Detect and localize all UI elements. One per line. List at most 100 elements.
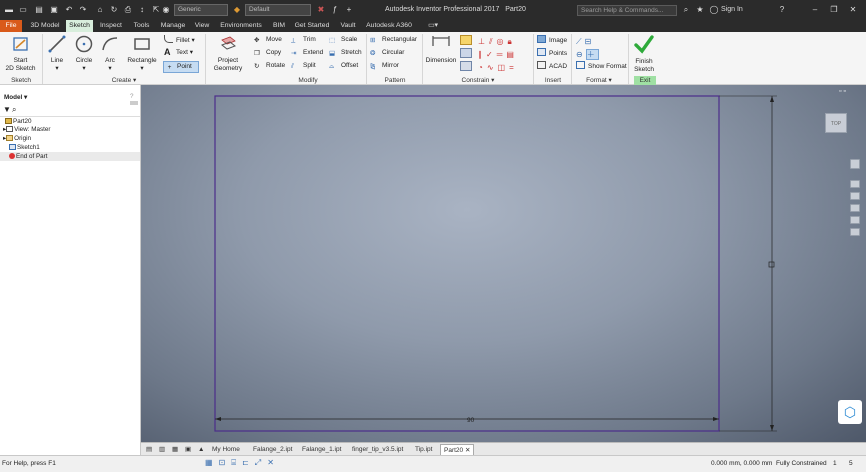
tab-environments[interactable]: Environments xyxy=(217,20,265,32)
print-icon[interactable]: ⎙ xyxy=(123,5,133,15)
minimize-icon[interactable]: – xyxy=(810,5,820,15)
clear-appearance-icon[interactable]: ✖ xyxy=(316,5,326,15)
split-button[interactable]: ⫽ Split xyxy=(291,61,316,71)
project-geometry-button[interactable]: Project Geometry xyxy=(209,34,247,73)
fx-icon[interactable]: ƒ xyxy=(330,5,340,15)
status-relax-icon[interactable]: ✕ xyxy=(267,458,280,467)
doc-tab-falange-1[interactable]: Falange_1.ipt xyxy=(299,444,344,455)
binoculars-icon[interactable]: ⌕ xyxy=(681,5,691,15)
driven-dimension-icon[interactable]: ＋ xyxy=(585,49,599,60)
show-format-button[interactable]: Show Format xyxy=(576,61,627,72)
symmetric-constraint-icon[interactable]: ◫ xyxy=(498,63,510,72)
sketch-canvas[interactable]: 90 xyxy=(141,85,866,442)
arc-button[interactable]: Arc ▾ xyxy=(99,34,121,73)
browser-help-icon[interactable]: ? xyxy=(130,93,134,101)
stretch-button[interactable]: ⬓ Stretch xyxy=(329,48,362,58)
status-dof-icon[interactable]: ⤢ xyxy=(255,458,267,467)
tab-inspect[interactable]: Inspect xyxy=(97,20,125,32)
relax-mode-icon[interactable] xyxy=(460,61,472,71)
center-point-icon[interactable]: ⊖ xyxy=(576,50,586,59)
show-constraints-icon[interactable] xyxy=(460,48,472,58)
filter-icon[interactable]: ▼ xyxy=(3,106,11,114)
close-icon[interactable]: ✕ xyxy=(848,5,858,15)
orbit-icon[interactable] xyxy=(850,204,860,212)
text-button[interactable]: A Text ▾ xyxy=(164,48,193,58)
star-icon[interactable]: ★ xyxy=(695,5,705,15)
circle-button[interactable]: Circle ▾ xyxy=(72,34,96,73)
circular-pattern-button[interactable]: ❂ Circular xyxy=(370,48,404,58)
save-icon[interactable]: ▣ xyxy=(49,5,59,15)
update-icon[interactable]: ↻ xyxy=(109,5,119,15)
rectangular-pattern-button[interactable]: ⊞ Rectangular xyxy=(370,35,417,45)
tab-file[interactable]: File xyxy=(0,20,22,32)
color-icon[interactable]: ◉ xyxy=(161,5,171,15)
tab-3d-model[interactable]: 3D Model xyxy=(26,20,64,32)
tab-list-icon[interactable]: ▲ xyxy=(195,444,207,455)
horizontal-dimension-value[interactable]: 90 xyxy=(467,417,475,424)
offset-button[interactable]: ⌓ Offset xyxy=(329,61,358,71)
start-2d-sketch-button[interactable]: Start 2D Sketch xyxy=(4,34,37,73)
sign-in-link[interactable]: Sign In xyxy=(721,6,743,13)
browser-item-view[interactable]: ▸ View: Master xyxy=(3,126,50,134)
doc-tab-tip[interactable]: Tip.ipt xyxy=(412,444,435,455)
mirror-button[interactable]: ⧎ Mirror xyxy=(370,61,399,71)
status-constraint-icon[interactable]: ⊏ xyxy=(242,458,255,467)
select-icon[interactable]: ⇱ xyxy=(151,5,161,15)
line-dropdown-icon[interactable]: ▾ xyxy=(46,65,68,73)
vertical-dimension-value[interactable] xyxy=(768,261,775,268)
graphics-viewport[interactable]: 90 ▫ ▫ TOP ⬡ xyxy=(141,85,866,442)
open-icon[interactable]: ▤ xyxy=(34,5,44,15)
material-dropdown[interactable]: Generic xyxy=(174,4,228,16)
ribbon-options-icon[interactable]: ▭▾ xyxy=(424,20,442,32)
finish-sketch-button[interactable]: Finish Sketch xyxy=(630,33,658,74)
rotate-button[interactable]: ↻ Rotate xyxy=(254,61,285,71)
browser-options-icon[interactable] xyxy=(130,101,138,105)
tab-vault[interactable]: Vault xyxy=(335,20,361,32)
arc-dropdown-icon[interactable]: ▾ xyxy=(99,65,121,73)
fix-constraint-icon[interactable]: 🔒︎ xyxy=(508,37,516,46)
tile-horizontal-icon[interactable]: ▤ xyxy=(143,444,155,455)
parallel-constraint-icon[interactable]: ∥ xyxy=(478,50,486,59)
viewport-window-controls[interactable]: ▫ ▫ xyxy=(839,88,846,95)
appearance-dropdown[interactable]: Default xyxy=(245,4,311,16)
rectangle-dropdown-icon[interactable]: ▾ xyxy=(125,65,159,73)
point-button[interactable]: + Point xyxy=(163,61,199,73)
arrange-icon[interactable]: ▣ xyxy=(182,444,194,455)
doc-tab-part20[interactable]: Part20 ✕ xyxy=(440,444,475,455)
acad-button[interactable]: ACAD xyxy=(537,61,567,72)
search-input[interactable]: Search Help & Commands... xyxy=(577,5,677,16)
collinear-constraint-icon[interactable]: ⫽ xyxy=(489,37,497,46)
status-snap-icon[interactable]: ⊡ xyxy=(219,458,232,467)
construction-icon[interactable]: ⟋ xyxy=(576,37,585,46)
tile-vertical-icon[interactable]: ▥ xyxy=(156,444,168,455)
new-icon[interactable]: ▭ xyxy=(18,5,28,15)
navbar-options-icon[interactable] xyxy=(850,228,860,236)
browser-item-origin[interactable]: ▸ Origin xyxy=(3,135,31,143)
image-button[interactable]: Image xyxy=(537,35,567,46)
status-grid-icon[interactable]: ▦ xyxy=(205,458,219,467)
tab-manage[interactable]: Manage xyxy=(158,20,188,32)
navigation-wheel-icon[interactable] xyxy=(850,159,860,169)
fillet-button[interactable]: Fillet ▾ xyxy=(164,35,195,46)
copy-button[interactable]: ❐ Copy xyxy=(254,48,281,58)
tab-view[interactable]: View xyxy=(191,20,213,32)
horizontal-constraint-icon[interactable]: ═ xyxy=(497,50,507,59)
restore-icon[interactable]: ❐ xyxy=(829,5,839,15)
centerline-icon[interactable]: ⊟ xyxy=(585,37,595,46)
trim-button[interactable]: ⟂ Trim xyxy=(291,35,316,45)
dimension-button[interactable]: Dimension xyxy=(424,34,458,65)
cascade-icon[interactable]: ▦ xyxy=(169,444,181,455)
look-at-icon[interactable] xyxy=(850,216,860,224)
close-tab-icon[interactable]: ✕ xyxy=(465,447,470,454)
measure-icon[interactable]: ↕ xyxy=(137,5,147,15)
undo-icon[interactable]: ↶ xyxy=(64,5,74,15)
auto-dimension-icon[interactable] xyxy=(460,35,472,45)
doc-tab-falange-2[interactable]: Falange_2.ipt xyxy=(250,444,295,455)
sketch-rectangle[interactable] xyxy=(214,95,720,432)
doc-tab-my-home[interactable]: My Home xyxy=(209,444,243,455)
tab-tools[interactable]: Tools xyxy=(129,20,154,32)
rectangle-button[interactable]: Rectangle ▾ xyxy=(125,34,159,73)
concentric-constraint-icon[interactable]: ◎ xyxy=(497,37,508,46)
a360-share-icon[interactable]: ⬡ xyxy=(838,400,862,424)
browser-item-part[interactable]: Part20 xyxy=(5,118,32,126)
